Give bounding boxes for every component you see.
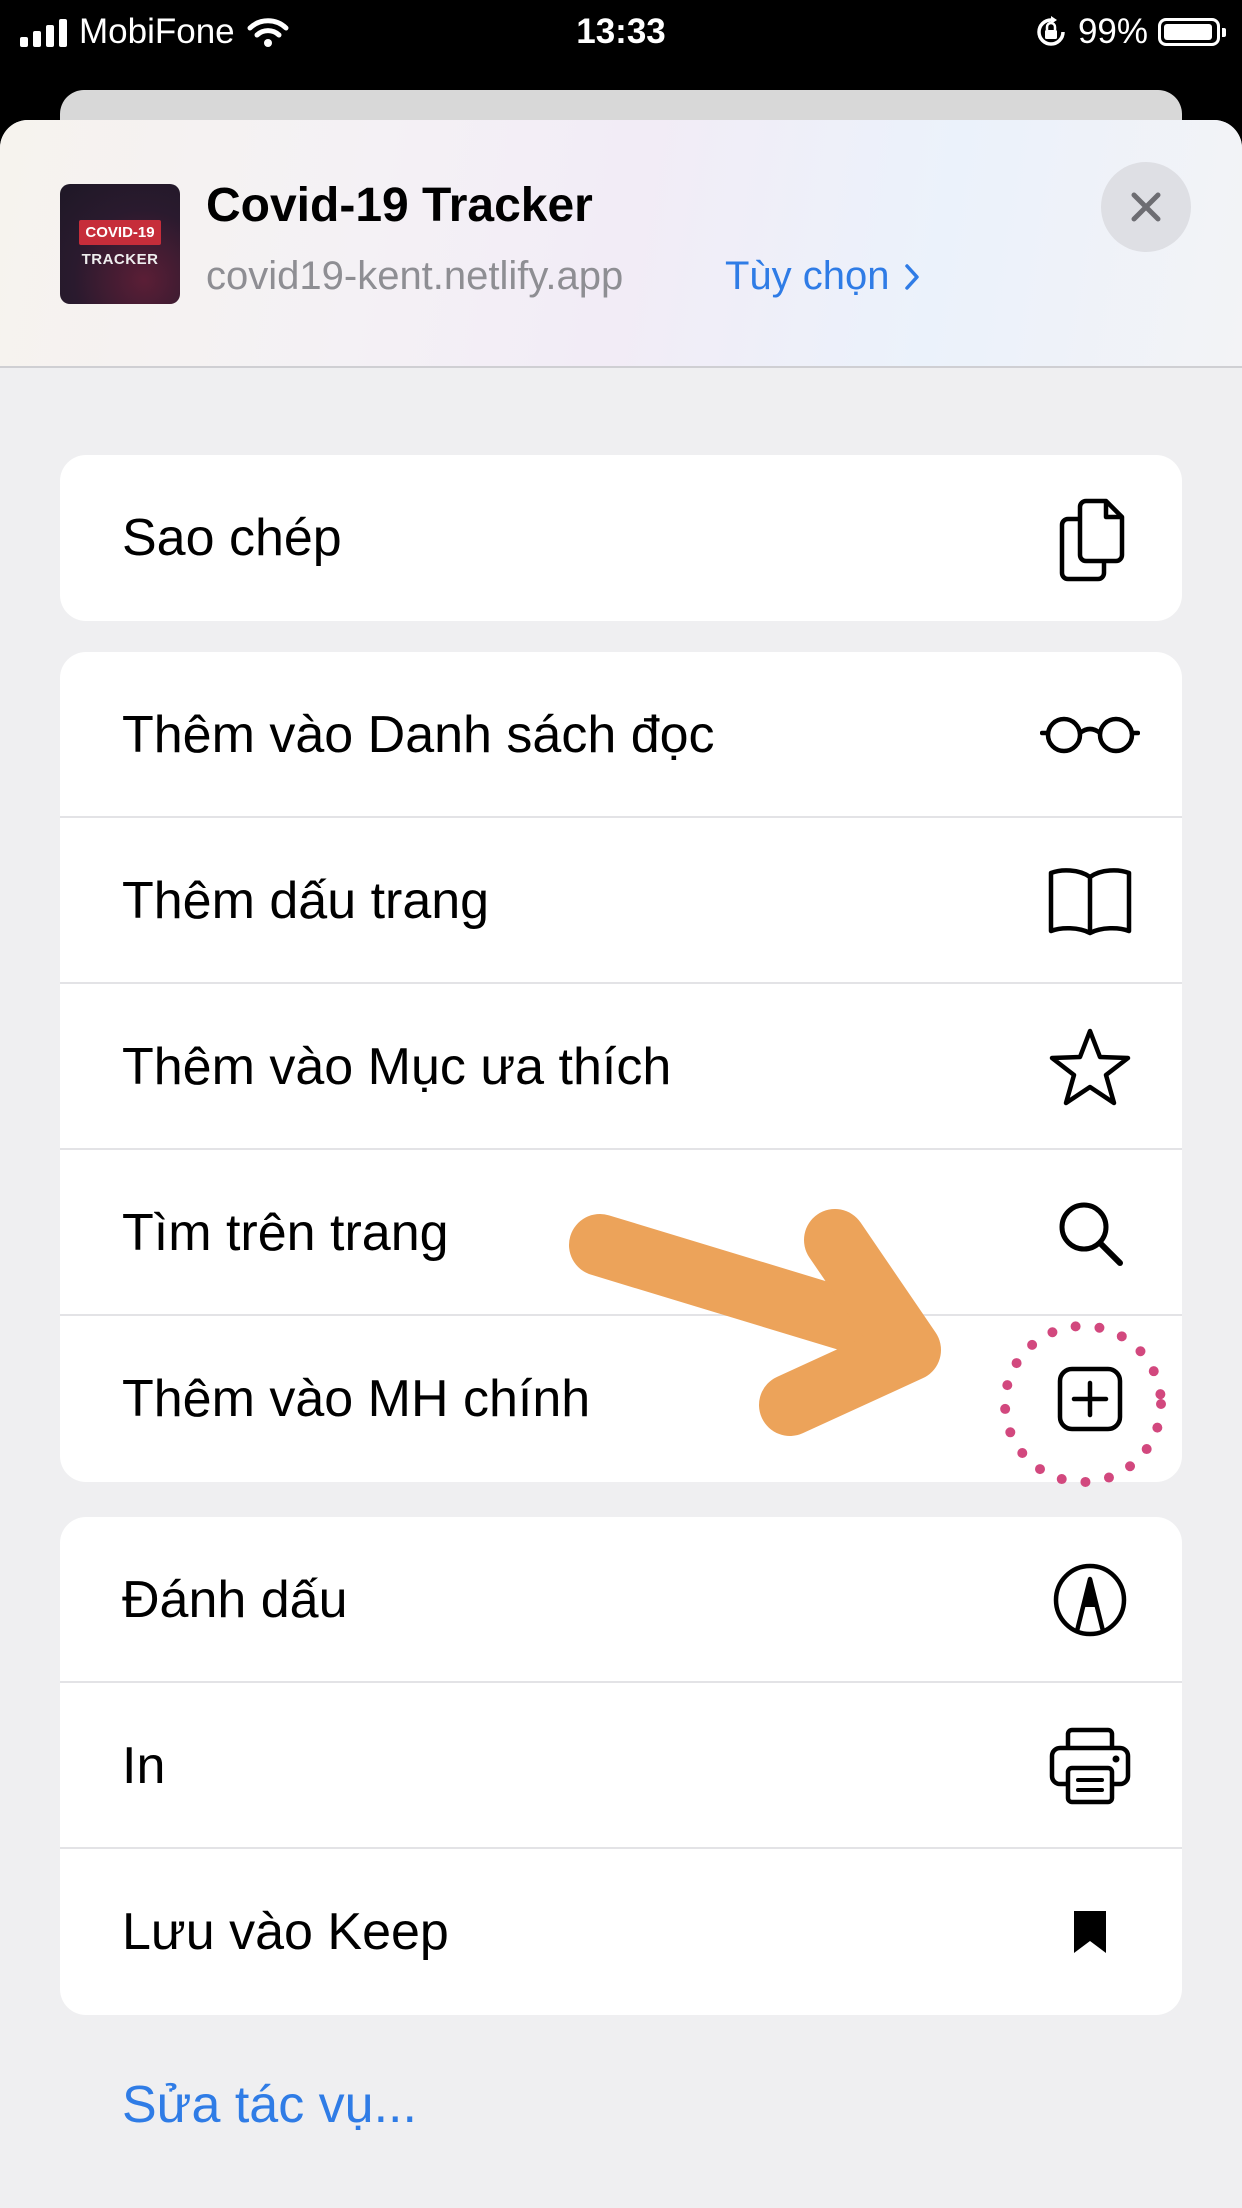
close-button[interactable] — [1101, 162, 1191, 252]
app-icon-subtitle: TRACKER — [81, 251, 159, 268]
action-label: Thêm vào MH chính — [122, 1370, 591, 1428]
rotation-lock-icon — [1037, 16, 1065, 46]
status-bar: MobiFone 13:33 99% — [0, 0, 1242, 64]
app-icon-badge: COVID-19 — [79, 220, 161, 245]
action-add-favorites[interactable]: Thêm vào Mục ưa thích — [60, 984, 1182, 1150]
status-right: 99% — [1034, 8, 1226, 56]
action-add-bookmark[interactable]: Thêm dấu trang — [60, 818, 1182, 984]
battery-icon — [1158, 18, 1226, 46]
options-link[interactable]: Tùy chọn — [725, 254, 920, 299]
options-label: Tùy chọn — [725, 254, 890, 298]
glasses-icon — [1040, 685, 1140, 785]
action-label: Thêm dấu trang — [122, 872, 490, 930]
action-save-to-keep[interactable]: Lưu vào Keep — [60, 1849, 1182, 2015]
share-sheet: COVID-19 TRACKER Covid-19 Tracker covid1… — [0, 120, 1242, 2208]
share-sheet-header: COVID-19 TRACKER Covid-19 Tracker covid1… — [0, 120, 1242, 368]
action-reading-list[interactable]: Thêm vào Danh sách đọc — [60, 652, 1182, 818]
action-find-on-page[interactable]: Tìm trên trang — [60, 1150, 1182, 1316]
action-group-page: Thêm vào Danh sách đọc Thêm dấu trang Th… — [60, 652, 1182, 1482]
action-copy[interactable]: Sao chép — [60, 455, 1182, 621]
bookmark-icon — [1040, 1882, 1140, 1982]
printer-icon — [1040, 1716, 1140, 1816]
app-icon: COVID-19 TRACKER — [60, 184, 180, 304]
action-markup[interactable]: Đánh dấu — [60, 1517, 1182, 1683]
star-icon — [1040, 1017, 1140, 1117]
battery-percent: 99% — [1077, 12, 1148, 51]
action-add-to-home-screen[interactable]: Thêm vào MH chính — [60, 1316, 1182, 1482]
action-label: In — [122, 1737, 166, 1795]
action-label: Tìm trên trang — [122, 1204, 449, 1262]
page-title: Covid-19 Tracker — [206, 179, 593, 232]
action-group-copy: Sao chép — [60, 455, 1182, 621]
close-icon — [1131, 192, 1161, 222]
action-label: Sao chép — [122, 509, 342, 567]
action-label: Thêm vào Mục ưa thích — [122, 1038, 672, 1096]
action-print[interactable]: In — [60, 1683, 1182, 1849]
search-icon — [1040, 1183, 1140, 1283]
page-url: covid19-kent.netlify.app — [206, 254, 624, 298]
edit-actions-link[interactable]: Sửa tác vụ... — [122, 2075, 417, 2135]
markup-icon — [1040, 1550, 1140, 1650]
chevron-right-icon — [904, 263, 919, 290]
add-square-icon — [1040, 1349, 1140, 1449]
action-label: Đánh dấu — [122, 1571, 348, 1629]
book-icon — [1040, 851, 1140, 951]
copy-icon — [1040, 488, 1140, 588]
action-label: Lưu vào Keep — [122, 1903, 449, 1961]
action-label: Thêm vào Danh sách đọc — [122, 706, 715, 764]
action-group-tools: Đánh dấu In Lưu vào Keep — [60, 1517, 1182, 2015]
